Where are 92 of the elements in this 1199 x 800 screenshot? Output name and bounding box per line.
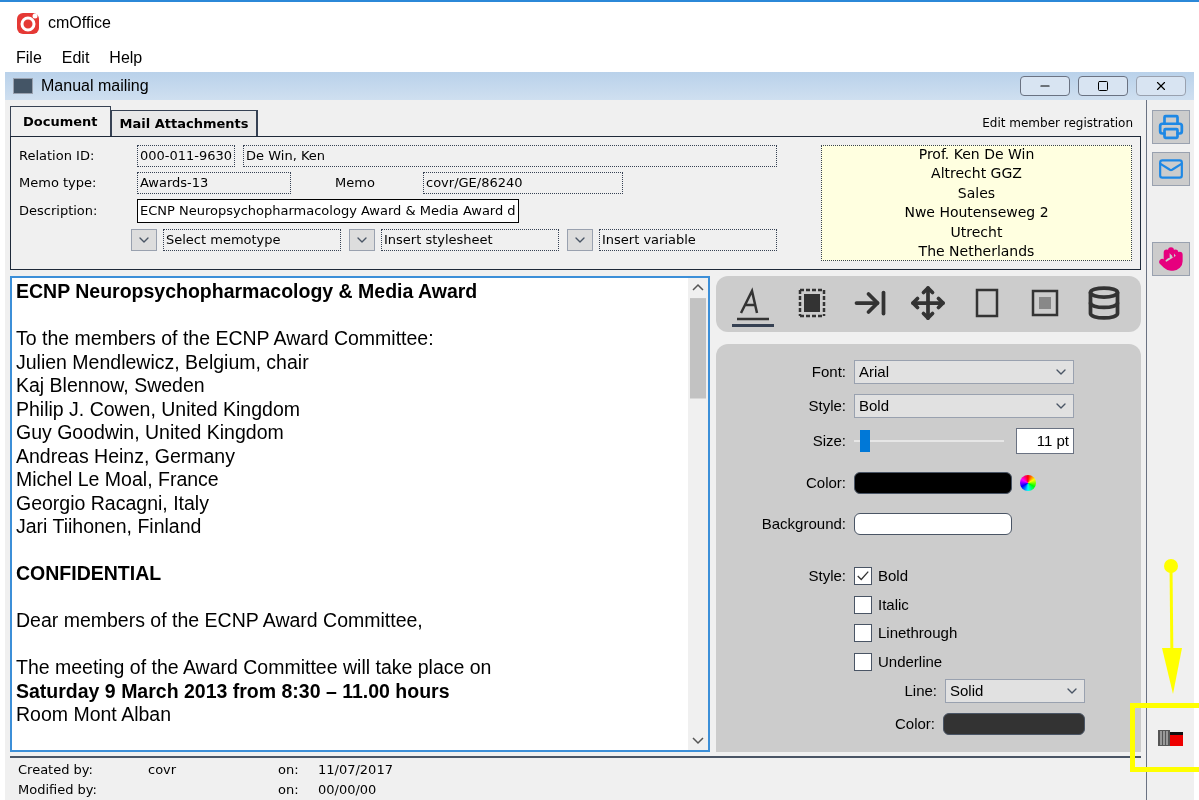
print-button[interactable] (1151, 110, 1190, 144)
field-label: Description: (19, 202, 99, 221)
relation-name-field[interactable]: De Win, Ken (243, 145, 778, 167)
document-line: Philip J. Cowen, United Kingdom (16, 397, 301, 421)
checkbox[interactable] (854, 595, 872, 614)
checkbox[interactable] (854, 567, 872, 586)
relation-id-field[interactable]: 000-011-9630 (137, 145, 236, 167)
status-value: covr (148, 761, 178, 779)
field-label: Background: (760, 513, 846, 534)
checkbox-label: Italic (878, 594, 909, 615)
font-select[interactable]: Arial (854, 360, 1074, 384)
window-title: Manual mailing (41, 76, 150, 96)
document-line: The meeting of the Award Committee will take place on (16, 655, 493, 680)
printer-icon (1157, 114, 1184, 140)
move-icon (910, 284, 947, 321)
size-slider[interactable] (854, 429, 1004, 453)
menu-item[interactable]: Edit (61, 46, 90, 70)
checkbox-label: Linethrough (878, 623, 958, 643)
address-line: Utrecht (950, 222, 1003, 242)
address-line: Nwe Houtenseweg 2 (904, 203, 1049, 222)
color-bar-icon (1156, 728, 1185, 748)
address-line: The Netherlands (918, 242, 1035, 261)
document-line: Michel Le Moal, France (16, 468, 220, 492)
memo-field[interactable]: covr/GE/86240 (423, 172, 623, 194)
document-line: Jari Tiihonen, Finland (16, 515, 203, 539)
document-editor[interactable] (10, 276, 710, 752)
field-label: Font: (810, 361, 846, 382)
document-line: Georgio Racagni, Italy (16, 491, 210, 515)
menu-item[interactable]: File (16, 46, 42, 70)
checkbox-label: Bold (878, 566, 909, 586)
document-line: Dear members of the ECNP Award Committee, (16, 608, 424, 633)
document-line: Saturday 9 March 2013 from 8:30 – 11.00 hours (16, 679, 451, 703)
color-wheel-icon[interactable] (1020, 475, 1036, 492)
status-label: Modified by: (18, 781, 98, 799)
address-line: Sales (957, 183, 996, 203)
document-line: Guy Goodwin, United Kingdom (16, 421, 285, 445)
maximize-button[interactable] (1078, 76, 1128, 96)
status-label: on: (278, 761, 300, 779)
window-icon (13, 78, 33, 94)
line-color-swatch[interactable] (943, 713, 1085, 736)
field-label: Size: (811, 430, 846, 451)
memo-type-field[interactable]: Awards-13 (137, 172, 291, 194)
tab[interactable]: Mail Attachments (110, 110, 259, 136)
picker-field[interactable]: Insert variable (599, 229, 777, 251)
status-label: on: (278, 781, 300, 799)
document-line: Kaj Blennow, Sweden (16, 374, 206, 398)
close-button[interactable] (1136, 76, 1186, 96)
field-label: Memo type: (19, 174, 98, 193)
maximize-icon (1097, 80, 1109, 92)
highlight-frame (1130, 703, 1199, 772)
document-line: Room Mont Alban (16, 703, 172, 727)
size-field[interactable]: 11 pt (1016, 428, 1074, 454)
field-label: Color: (895, 714, 935, 734)
close-icon (1154, 79, 1168, 93)
picker-field[interactable]: Insert stylesheet (381, 229, 559, 251)
picker-field[interactable]: Select memotype (163, 229, 341, 251)
edit-member-link[interactable]: Edit member registration (982, 114, 1141, 136)
menu-item[interactable]: Help (109, 46, 143, 70)
tab[interactable]: Document (10, 106, 111, 136)
field-label: Style: (807, 566, 846, 586)
field-label: Color: (805, 473, 846, 493)
document-line: ECNP Neuropsychopharmacology & Media Award (16, 280, 479, 304)
scrollbar[interactable] (688, 278, 708, 750)
color-swatch[interactable] (854, 472, 1012, 495)
field-label: Memo (335, 174, 376, 193)
background-swatch[interactable] (854, 512, 1012, 535)
checkbox[interactable] (854, 624, 872, 643)
stop-button[interactable] (1151, 242, 1190, 276)
address-line: Altrecht GGZ (931, 164, 1022, 183)
envelope-icon (1157, 156, 1184, 182)
app-title: cmOffice (48, 13, 111, 33)
field-label: Line: (904, 680, 937, 701)
status-value: 11/07/2017 (318, 761, 394, 779)
document-line: CONFIDENTIAL (16, 561, 163, 586)
document-line: Julien Mendlewicz, Belgium, chair (16, 350, 310, 374)
status-value: 00/00/00 (318, 781, 378, 799)
status-label: Created by: (18, 761, 94, 779)
field-label: Relation ID: (19, 147, 96, 166)
checkbox-label: Underline (878, 651, 943, 672)
style-select[interactable]: Bold (854, 394, 1074, 418)
field-label: Style: (807, 395, 846, 416)
minimize-button[interactable] (1020, 76, 1070, 96)
checkbox[interactable] (854, 652, 872, 671)
app-logo-icon (16, 11, 40, 35)
line-select[interactable]: Solid (945, 679, 1085, 703)
description-field[interactable]: ECNP Neuropsychopharmacology Award & Media Award d (137, 199, 519, 223)
address-line: Prof. Ken De Win (918, 144, 1035, 164)
document-line: Andreas Heinz, Germany (16, 444, 236, 468)
mail-button[interactable] (1151, 152, 1190, 186)
hand-icon (1157, 246, 1184, 272)
document-line: To the members of the ECNP Award Committee: (16, 326, 435, 351)
slider-thumb[interactable] (859, 430, 870, 452)
